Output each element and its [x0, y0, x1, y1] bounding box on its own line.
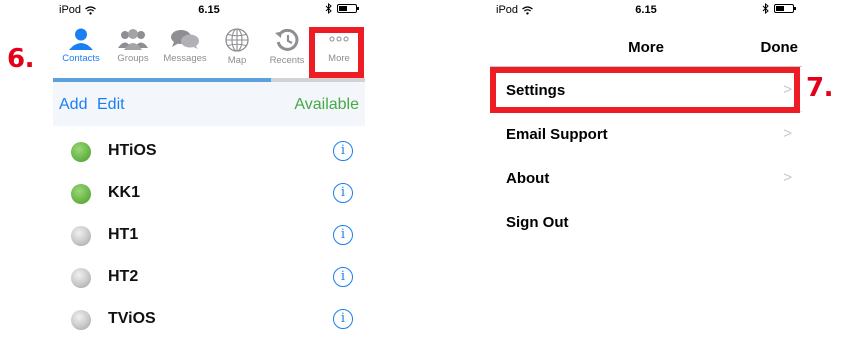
tab-label: Recents [269, 55, 305, 66]
tab-label: Messages [163, 53, 207, 64]
bluetooth-icon [762, 3, 769, 14]
status-bar: iPod 6.15 [53, 0, 365, 22]
menu-item-about[interactable]: About > [490, 156, 802, 200]
highlight-more-tab [309, 27, 364, 78]
contact-row[interactable]: HT1 i [53, 214, 365, 257]
battery-icon [774, 4, 796, 13]
battery-icon [337, 4, 359, 13]
chat-bubbles-icon [171, 30, 199, 49]
presence-online-icon [71, 184, 91, 204]
contact-name: HT2 [108, 268, 139, 285]
contacts-toolbar: Add Edit Available [53, 82, 365, 126]
contact-row[interactable]: HTiOS i [53, 130, 365, 173]
tab-recents[interactable]: Recents [259, 22, 315, 74]
bluetooth-icon [325, 3, 332, 14]
status-right [325, 3, 359, 14]
history-icon [275, 28, 299, 51]
info-icon[interactable]: i [333, 225, 353, 245]
status-time: 6.15 [635, 4, 657, 16]
tab-messages[interactable]: Messages [157, 22, 213, 74]
highlight-settings-item [490, 67, 800, 113]
tab-label: Map [227, 55, 247, 66]
availability-status[interactable]: Available [294, 96, 359, 114]
contact-name: HTiOS [108, 142, 157, 159]
contact-name: KK1 [108, 184, 141, 201]
contact-row[interactable]: TViOS i [53, 298, 365, 341]
chevron-right-icon: > [783, 169, 792, 186]
group-icon [118, 29, 148, 50]
step-number-7: 7. [806, 73, 833, 103]
contact-name: HT1 [108, 226, 139, 243]
edit-button[interactable]: Edit [97, 96, 125, 114]
done-button[interactable]: Done [761, 39, 799, 56]
info-icon[interactable]: i [333, 141, 353, 161]
tab-label: Contacts [62, 53, 100, 64]
presence-offline-icon [71, 226, 91, 246]
info-icon[interactable]: i [333, 183, 353, 203]
person-icon [69, 28, 93, 50]
info-icon[interactable]: i [333, 267, 353, 287]
globe-icon [225, 28, 249, 52]
menu-item-email-support[interactable]: Email Support > [490, 112, 802, 156]
more-screen: iPod 6.15 More Done Settings > Email Sup… [490, 0, 802, 338]
tab-map[interactable]: Map [209, 22, 265, 74]
status-right [762, 3, 796, 14]
step-number-6: 6. [7, 44, 34, 74]
contact-row[interactable]: KK1 i [53, 172, 365, 215]
contact-name: TViOS [108, 310, 156, 327]
status-time: 6.15 [198, 4, 220, 16]
tab-contacts[interactable]: Contacts [53, 22, 109, 74]
presence-online-icon [71, 142, 91, 162]
menu-item-sign-out[interactable]: Sign Out [490, 200, 802, 244]
add-button[interactable]: Add [59, 96, 87, 114]
info-icon[interactable]: i [333, 309, 353, 329]
chevron-right-icon: > [783, 125, 792, 142]
tab-label: Groups [117, 53, 149, 64]
contact-row[interactable]: HT2 i [53, 256, 365, 299]
menu-item-label: Email Support [506, 126, 608, 143]
presence-offline-icon [71, 268, 91, 288]
nav-bar: More Done [490, 22, 802, 67]
menu-item-label: About [506, 170, 550, 187]
page-title: More [628, 39, 664, 56]
menu-item-label: Sign Out [506, 214, 569, 231]
presence-offline-icon [71, 310, 91, 330]
contacts-screen: iPod 6.15 Contacts Groups Messages Map R… [53, 0, 365, 338]
status-bar: iPod 6.15 [490, 0, 802, 22]
tab-groups[interactable]: Groups [105, 22, 161, 74]
